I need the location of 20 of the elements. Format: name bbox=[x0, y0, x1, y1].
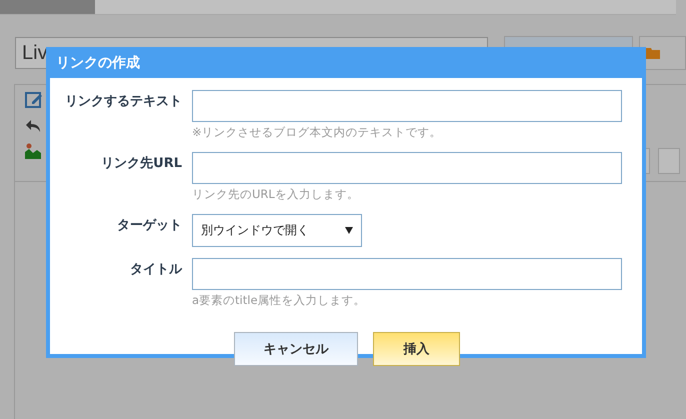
field-label: リンクするテキスト bbox=[64, 93, 182, 111]
field-hint: a要素のtitle属性を入力します。 bbox=[192, 293, 367, 308]
field-hint: ※リンクさせるブログ本文内のテキストです。 bbox=[192, 125, 443, 140]
undo-icon[interactable] bbox=[25, 119, 41, 133]
edit-icon[interactable] bbox=[25, 91, 43, 109]
field-hint: リンク先のURLを入力します。 bbox=[192, 187, 360, 202]
input-field[interactable] bbox=[192, 90, 622, 122]
input-field[interactable] bbox=[192, 152, 622, 184]
caret-icon bbox=[345, 227, 353, 234]
input-field[interactable] bbox=[192, 258, 622, 290]
field-label: ターゲット bbox=[116, 217, 182, 235]
field-label: タイトル bbox=[129, 261, 182, 279]
cancel-button[interactable]: キャンセル bbox=[234, 332, 358, 366]
toolbar-button[interactable] bbox=[658, 148, 680, 174]
field-label: リンク先URL bbox=[100, 155, 182, 173]
dialog-title: リンクの作成 bbox=[56, 54, 140, 72]
target-select[interactable]: 別ウインドウで開く bbox=[192, 214, 362, 247]
folder-icon bbox=[646, 47, 660, 59]
insert-button[interactable]: 挿入 bbox=[373, 332, 460, 366]
image-icon[interactable] bbox=[25, 143, 41, 159]
